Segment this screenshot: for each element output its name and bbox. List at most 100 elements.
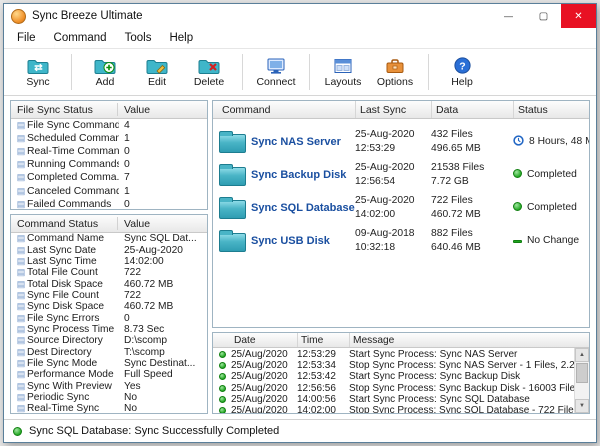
log-message: Start Sync Process: Sync NAS Server bbox=[349, 349, 574, 360]
last-sync-cell: 25-Aug-202012:56:54 bbox=[355, 161, 431, 188]
stat-value: 460.72 MB bbox=[124, 279, 173, 290]
command-row[interactable]: Sync NAS Server25-Aug-202012:53:29432 Fi… bbox=[213, 125, 589, 158]
scroll-down-icon[interactable]: ▼ bbox=[575, 399, 589, 413]
stat-row[interactable]: ▤Canceled Commands1 bbox=[11, 184, 207, 197]
scroll-up-icon[interactable]: ▲ bbox=[575, 348, 589, 362]
stat-row[interactable]: ▤Total Disk Space460.72 MB bbox=[11, 278, 207, 289]
folder-icon-shape bbox=[219, 134, 246, 153]
log-time: 12:53:34 bbox=[297, 360, 349, 371]
list-item-icon: ▤ bbox=[15, 324, 27, 335]
stat-row[interactable]: ▤File Sync Errors0 bbox=[11, 312, 207, 323]
column-header-status[interactable]: Status bbox=[513, 101, 589, 118]
stat-row[interactable]: ▤Last Sync Date25-Aug-2020 bbox=[11, 244, 207, 255]
log-row[interactable]: 25/Aug/202012:53:29Start Sync Process: S… bbox=[213, 349, 574, 360]
minimize-button[interactable] bbox=[491, 4, 526, 28]
status-cell: Completed bbox=[513, 169, 589, 181]
log-table-header[interactable]: Date Time Message bbox=[213, 333, 589, 348]
event-log-panel: Date Time Message 25/Aug/202012:53:29Sta… bbox=[212, 332, 590, 414]
data-files: 722 Files bbox=[431, 194, 513, 207]
log-row[interactable]: 25/Aug/202014:02:00Stop Sync Process: Sy… bbox=[213, 405, 574, 414]
column-header-last-sync[interactable]: Last Sync bbox=[355, 101, 431, 118]
list-item-icon: ▤ bbox=[15, 146, 27, 157]
log-row[interactable]: 25/Aug/202012:56:56Stop Sync Process: Sy… bbox=[213, 383, 574, 394]
stat-row[interactable]: ▤Sync File Count722 bbox=[11, 290, 207, 301]
list-item-icon: ▤ bbox=[15, 369, 27, 380]
data-size: 640.46 MB bbox=[431, 241, 513, 254]
stat-label: File Sync Commands bbox=[27, 120, 119, 131]
stat-row[interactable]: ▤Running Commands0 bbox=[11, 158, 207, 171]
toolbar-delete-button[interactable]: Delete bbox=[183, 51, 235, 93]
log-row[interactable]: 25/Aug/202012:53:34Stop Sync Process: Sy… bbox=[213, 360, 574, 371]
stat-label: Sync File Count bbox=[27, 290, 99, 301]
log-message: Start Sync Process: Sync Backup Disk bbox=[349, 371, 574, 382]
close-button[interactable] bbox=[561, 4, 596, 28]
folder-icon-shape bbox=[219, 233, 246, 252]
no-change-icon bbox=[513, 235, 522, 246]
command-status-header[interactable]: Command Status Value bbox=[11, 215, 207, 233]
svg-text:?: ? bbox=[459, 60, 465, 72]
scrollbar-thumb[interactable] bbox=[576, 363, 588, 383]
menu-file[interactable]: File bbox=[8, 30, 45, 46]
stat-value: D:\scomp bbox=[124, 335, 167, 346]
column-header-data[interactable]: Data bbox=[431, 101, 513, 118]
stat-value: 0 bbox=[124, 199, 130, 210]
stat-row[interactable]: ▤Performance ModeFull Speed bbox=[11, 369, 207, 380]
toolbar-edit-button[interactable]: Edit bbox=[131, 51, 183, 93]
stat-value: 722 bbox=[124, 290, 141, 301]
list-item-icon: ▤ bbox=[15, 313, 27, 324]
toolbar-sync-button[interactable]: ⇄Sync bbox=[12, 51, 64, 93]
stat-row[interactable]: ▤Failed Commands0 bbox=[11, 198, 207, 210]
stat-label: Sync Disk Space bbox=[27, 301, 104, 312]
toolbar-help-button[interactable]: ?Help bbox=[436, 51, 488, 93]
toolbar-separator bbox=[309, 54, 310, 90]
column-header-time[interactable]: Time bbox=[297, 333, 349, 347]
column-header-date[interactable]: Date bbox=[231, 333, 297, 347]
log-scrollbar[interactable]: ▲ ▼ bbox=[574, 348, 589, 413]
stat-row[interactable]: ▤Completed Comma...7 bbox=[11, 171, 207, 184]
stat-row[interactable]: ▤Real-Time SyncNo bbox=[11, 403, 207, 414]
stat-value: 14:02:00 bbox=[124, 256, 164, 267]
toolbar-button-label: Edit bbox=[148, 76, 166, 88]
green-dot-icon bbox=[219, 373, 226, 380]
toolbar-connect-button[interactable]: Connect bbox=[250, 51, 302, 93]
sync-commands-panel: Command Last Sync Data Status Sync NAS S… bbox=[212, 100, 590, 328]
stat-row[interactable]: ▤Sync Disk Space460.72 MB bbox=[11, 301, 207, 312]
stat-value: 1 bbox=[124, 133, 130, 144]
stat-row[interactable]: ▤Sync Process Time8.73 Sec bbox=[11, 324, 207, 335]
stat-row[interactable]: ▤Total File Count722 bbox=[11, 267, 207, 278]
file-sync-status-header[interactable]: File Sync Status Value bbox=[11, 101, 207, 119]
log-row[interactable]: 25/Aug/202012:53:42Start Sync Process: S… bbox=[213, 371, 574, 382]
stat-label: Last Sync Time bbox=[27, 256, 97, 267]
menu-command[interactable]: Command bbox=[45, 30, 116, 46]
list-item-icon: ▤ bbox=[15, 186, 27, 197]
toolbar-add-button[interactable]: Add bbox=[79, 51, 131, 93]
log-message: Start Sync Process: Sync SQL Database bbox=[349, 394, 574, 405]
column-header-command[interactable]: Command bbox=[213, 101, 355, 118]
stat-row[interactable]: ▤Real-Time Commands0 bbox=[11, 145, 207, 158]
completed-icon bbox=[513, 202, 522, 211]
command-row[interactable]: Sync USB Disk09-Aug-201810:32:18882 File… bbox=[213, 224, 589, 257]
toolbar-layouts-button[interactable]: Layouts bbox=[317, 51, 369, 93]
stat-row[interactable]: ▤Periodic SyncNo bbox=[11, 392, 207, 403]
title-bar[interactable]: Sync Breeze Ultimate bbox=[4, 4, 596, 28]
menu-help[interactable]: Help bbox=[160, 30, 202, 46]
stat-row[interactable]: ▤Scheduled Comman...1 bbox=[11, 132, 207, 145]
command-row[interactable]: Sync Backup Disk25-Aug-202012:56:5421538… bbox=[213, 158, 589, 191]
menu-tools[interactable]: Tools bbox=[116, 30, 161, 46]
stat-row[interactable]: ▤Last Sync Time14:02:00 bbox=[11, 256, 207, 267]
stat-row[interactable]: ▤Command NameSync SQL Dat... bbox=[11, 233, 207, 244]
command-row[interactable]: Sync SQL Database25-Aug-202014:02:00722 … bbox=[213, 191, 589, 224]
stat-row[interactable]: ▤File Sync Commands4 bbox=[11, 119, 207, 132]
log-row[interactable]: 25/Aug/202014:00:56Start Sync Process: S… bbox=[213, 394, 574, 405]
commands-table-header[interactable]: Command Last Sync Data Status bbox=[213, 101, 589, 119]
stat-row[interactable]: ▤Source DirectoryD:\scomp bbox=[11, 335, 207, 346]
stat-row[interactable]: ▤Dest DirectoryT:\scomp bbox=[11, 346, 207, 357]
stat-label: Running Commands bbox=[27, 159, 119, 170]
maximize-button[interactable] bbox=[526, 4, 561, 28]
list-item-icon: ▤ bbox=[15, 172, 27, 183]
stat-row[interactable]: ▤File Sync ModeSync Destinat... bbox=[11, 358, 207, 369]
column-header-message[interactable]: Message bbox=[349, 333, 589, 347]
toolbar-options-button[interactable]: Options bbox=[369, 51, 421, 93]
last-sync-date: 25-Aug-2020 bbox=[355, 128, 431, 141]
stat-row[interactable]: ▤Sync With PreviewYes bbox=[11, 380, 207, 391]
